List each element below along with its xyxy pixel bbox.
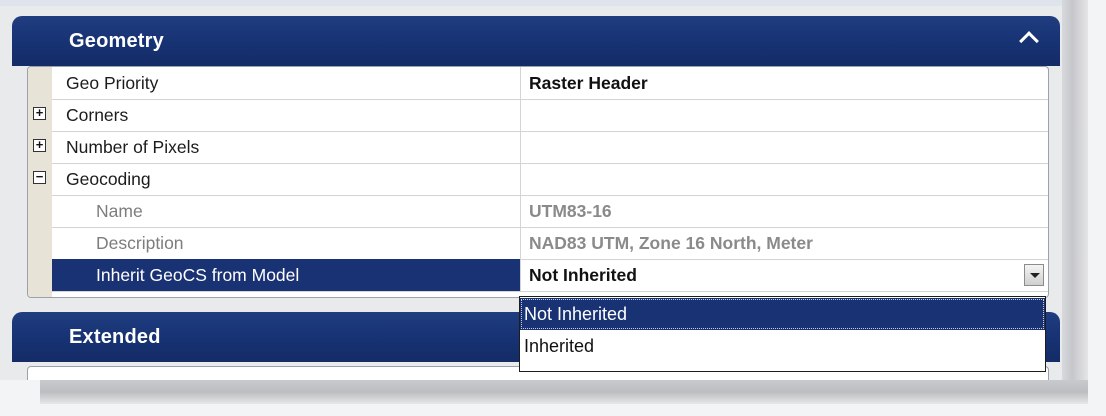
geometry-section-title: Geometry [69,30,164,52]
property-value: UTM83-16 [529,201,612,221]
geometry-section-header[interactable]: Geometry [12,16,1060,66]
inherit-geocs-dropdown-list[interactable]: Not Inherited Inherited [519,296,1046,372]
property-value [522,163,1048,195]
dropdown-option-not-inherited[interactable]: Not Inherited [520,298,1045,330]
property-value[interactable]: Raster Header [522,67,1048,99]
window-shadow-right [1062,0,1088,395]
property-name: Description [52,227,521,259]
property-row-geo-priority[interactable]: Geo Priority Raster Header [52,67,1048,100]
inherit-geocs-select[interactable]: Not Inherited [522,259,1048,291]
expand-plus-icon[interactable]: + [33,138,46,152]
property-name: Name [52,195,521,227]
chevron-up-icon[interactable] [1019,31,1039,51]
property-row-inherit-geocs[interactable]: Inherit GeoCS from Model Not Inherited [52,259,1048,292]
window-shadow-bottom [40,380,1088,404]
dropdown-option-inherited[interactable]: Inherited [520,330,1045,362]
property-name: Inherit GeoCS from Model [52,259,521,291]
property-name: Geo Priority [52,67,521,99]
dropdown-arrow-button[interactable] [1024,264,1044,286]
geometry-property-grid: Geo Priority Raster Header + Corners + N… [27,66,1049,298]
property-name: Number of Pixels [52,131,521,163]
property-value [522,131,1048,163]
property-name: Geocoding [52,163,521,195]
property-row-number-of-pixels[interactable]: + Number of Pixels [33,131,1048,164]
property-row-geocoding[interactable]: − Geocoding [33,163,1048,196]
property-row-name[interactable]: Name UTM83-16 [52,195,1048,228]
property-value [522,99,1048,131]
property-value: NAD83 UTM, Zone 16 North, Meter [529,233,813,253]
property-row-corners[interactable]: + Corners [33,99,1048,132]
extended-section-title: Extended [69,326,161,348]
property-row-description[interactable]: Description NAD83 UTM, Zone 16 North, Me… [52,227,1048,260]
expand-plus-icon[interactable]: + [33,106,46,120]
property-name: Corners [52,99,521,131]
collapse-minus-icon[interactable]: − [33,170,46,184]
